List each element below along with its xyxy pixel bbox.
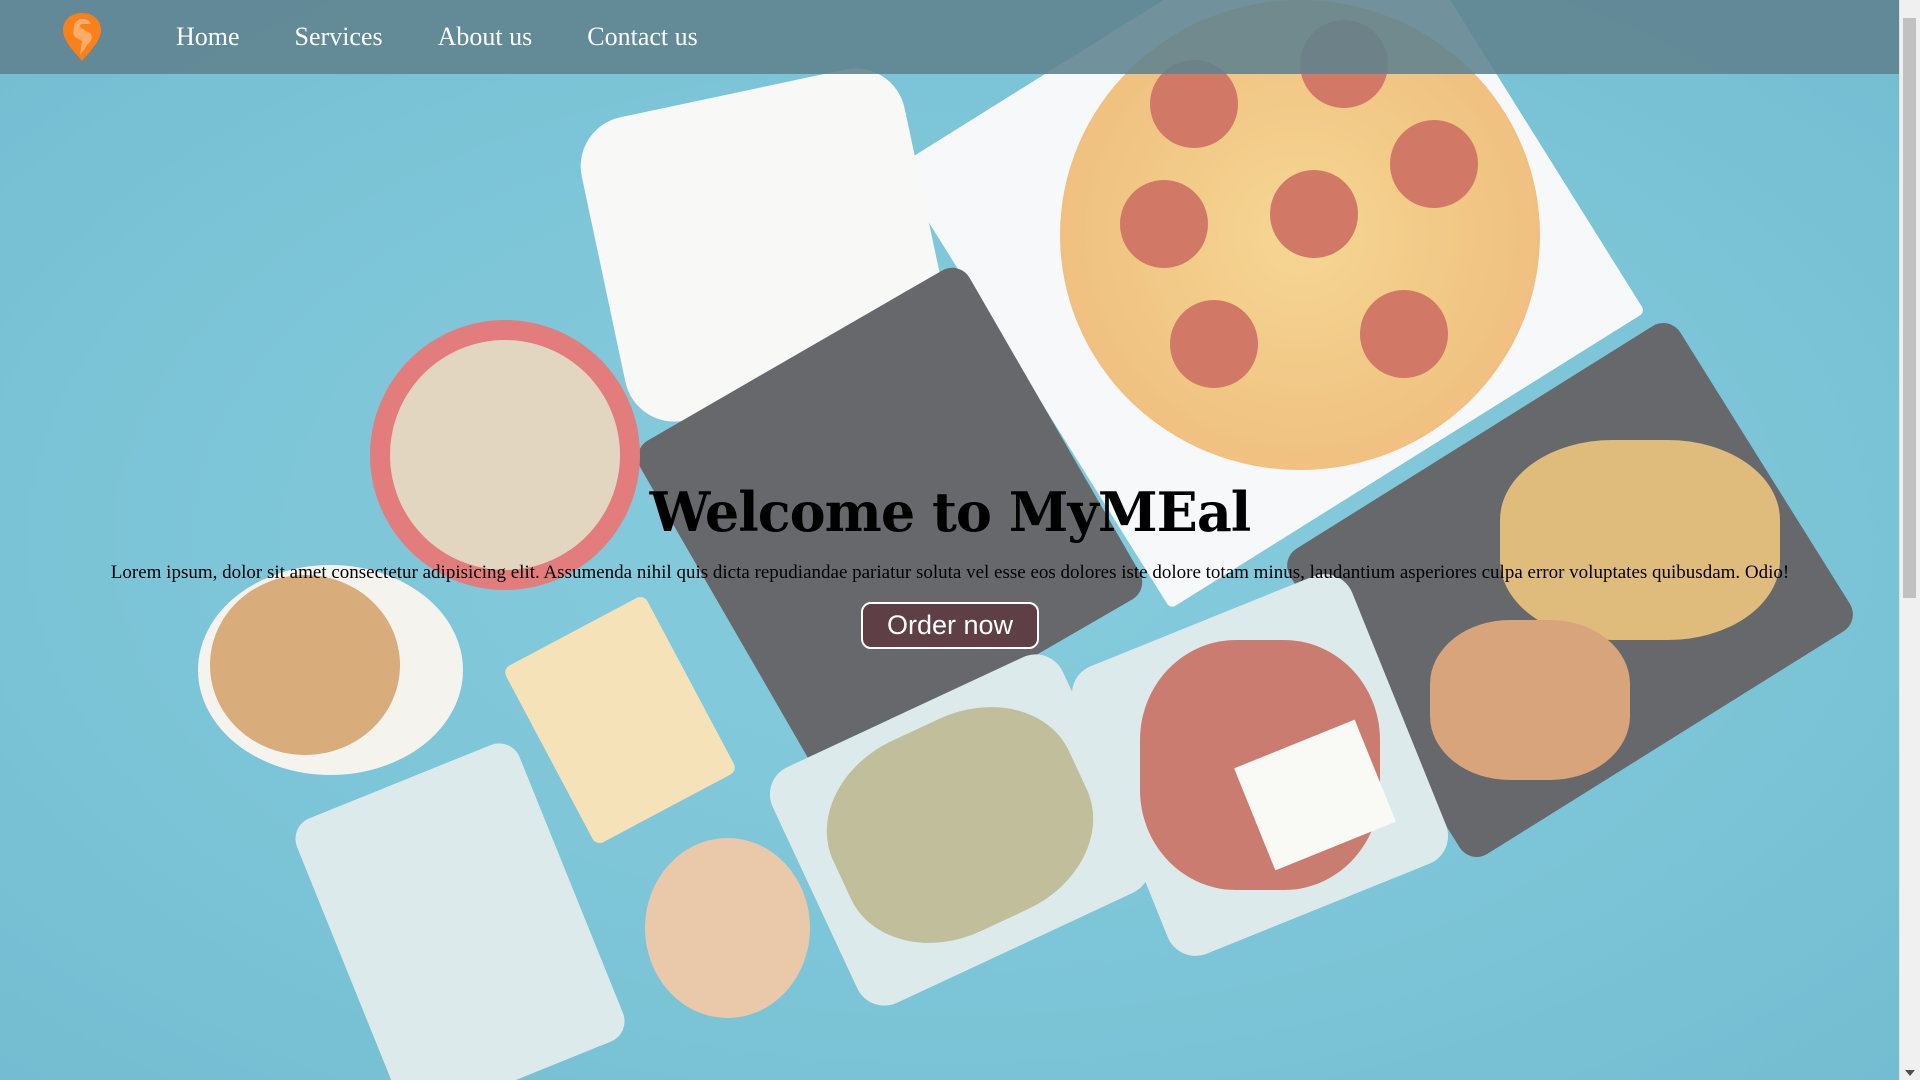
nav-item-about: About us bbox=[438, 22, 533, 52]
nav-item-services: Services bbox=[295, 22, 383, 52]
nav-item-contact: Contact us bbox=[587, 22, 698, 52]
page: Home Services About us Contact us Welcom… bbox=[0, 0, 1920, 1080]
navbar: Home Services About us Contact us bbox=[0, 0, 1900, 74]
hero-section: Welcome to MyMEal Lorem ipsum, dolor sit… bbox=[0, 480, 1900, 649]
nav-link-services[interactable]: Services bbox=[295, 22, 383, 51]
nav-link-contact[interactable]: Contact us bbox=[587, 22, 698, 51]
nav-menu: Home Services About us Contact us bbox=[176, 22, 753, 52]
hero-title: Welcome to MyMEal bbox=[649, 480, 1252, 544]
nav-item-home: Home bbox=[176, 22, 240, 52]
nav-link-about[interactable]: About us bbox=[438, 22, 533, 51]
nav-link-home[interactable]: Home bbox=[176, 22, 240, 51]
scrollbar-thumb[interactable] bbox=[1903, 18, 1916, 598]
order-now-button[interactable]: Order now bbox=[860, 602, 1040, 649]
vertical-scrollbar[interactable] bbox=[1899, 0, 1920, 1080]
hero-description: Lorem ipsum, dolor sit amet consectetur … bbox=[110, 562, 1790, 583]
scroll-down-arrow-icon[interactable] bbox=[1905, 1070, 1915, 1076]
swiggy-logo-icon[interactable] bbox=[60, 11, 104, 63]
